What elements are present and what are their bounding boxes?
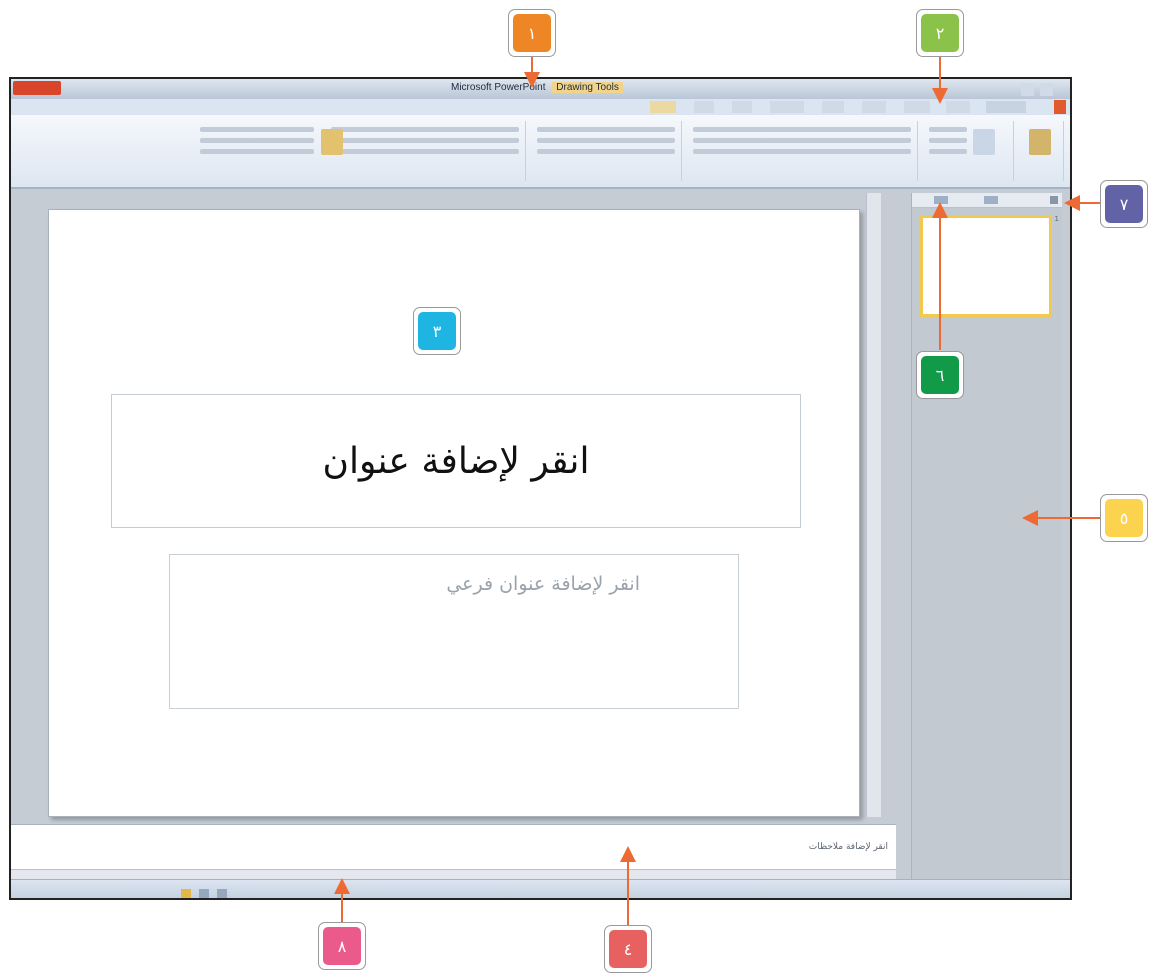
callout-1: ١ — [508, 9, 556, 57]
callout-3: ٣ — [413, 307, 461, 355]
callout-6: ٦ — [916, 351, 964, 399]
callout-7: ٧ — [1100, 180, 1148, 228]
annotation-arrows — [334, 56, 1100, 925]
callout-4-label: ٤ — [609, 930, 647, 968]
callout-6-label: ٦ — [921, 356, 959, 394]
callout-2-label: ٢ — [921, 14, 959, 52]
callout-5: ٥ — [1100, 494, 1148, 542]
callout-8-label: ٨ — [323, 927, 361, 965]
callout-4: ٤ — [604, 925, 652, 973]
callout-5-label: ٥ — [1105, 499, 1143, 537]
callout-1-label: ١ — [513, 14, 551, 52]
callout-8: ٨ — [318, 922, 366, 970]
callout-7-label: ٧ — [1105, 185, 1143, 223]
callout-3-label: ٣ — [418, 312, 456, 350]
callout-2: ٢ — [916, 9, 964, 57]
